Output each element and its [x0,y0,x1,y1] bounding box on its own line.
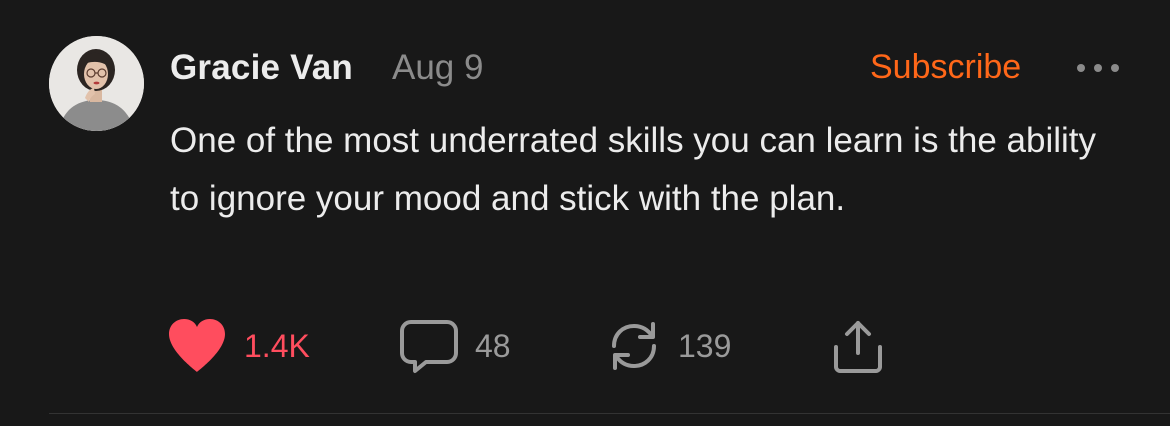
subscribe-button[interactable]: Subscribe [870,48,1021,87]
restack-count: 139 [678,327,732,364]
post-text: One of the most underrated skills you ca… [170,121,1097,218]
like-count: 1.4K [244,327,310,364]
restack-button[interactable]: 139 [606,316,731,376]
share-icon [834,321,882,373]
note-post: Gracie Van Aug 9 Subscribe One of the mo… [0,0,1170,426]
restack-icon [612,322,656,370]
like-button[interactable]: 1.4K [166,316,310,376]
comment-count: 48 [475,327,511,364]
share-button[interactable] [828,316,888,376]
post-divider [49,413,1170,414]
author-name[interactable]: Gracie Van [170,48,353,88]
post-date: Aug 9 [392,48,484,87]
comment-bubble-icon [400,320,458,373]
author-avatar[interactable] [49,36,144,131]
avatar-image [49,36,144,131]
more-horizontal-icon[interactable] [1072,58,1124,78]
heart-icon [169,319,225,372]
comment-button[interactable]: 48 [399,316,511,376]
